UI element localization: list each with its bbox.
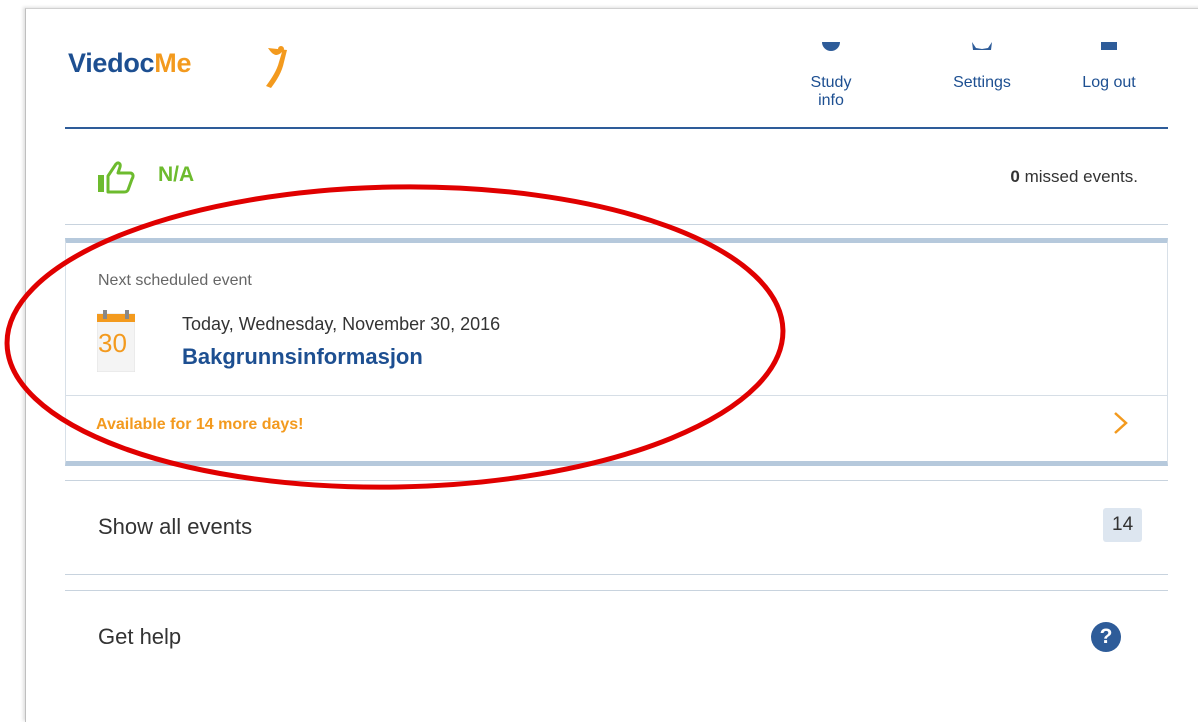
status-divider <box>65 224 1168 225</box>
help-icon[interactable]: ? <box>1091 622 1121 652</box>
header-divider <box>65 127 1168 129</box>
chevron-right-icon[interactable] <box>1112 410 1130 436</box>
nav-study-info-label: Study info <box>810 74 852 109</box>
viedocme-logo[interactable]: ViedocMe <box>68 48 191 79</box>
logo-text-me: Me <box>154 48 192 78</box>
status-value: N/A <box>158 163 195 186</box>
logout-icon <box>1101 42 1117 50</box>
missed-count: 0 <box>1010 167 1020 186</box>
get-help-link[interactable]: Get help <box>98 624 181 650</box>
gear-icon <box>972 42 992 50</box>
card-bottom-divider <box>65 480 1168 481</box>
events-count-badge: 14 <box>1103 508 1143 542</box>
show-all-events-link[interactable]: Show all events <box>98 514 252 540</box>
thumbs-up-icon <box>98 161 135 194</box>
nav-settings-label: Settings <box>953 74 1011 91</box>
info-icon <box>822 42 840 51</box>
nav-log-out[interactable]: Log out <box>1072 42 1146 92</box>
nav-settings[interactable]: Settings <box>946 42 1018 92</box>
event-title[interactable]: Bakgrunnsinformasjon <box>182 344 423 370</box>
availability-text: Available for 14 more days! <box>96 416 304 433</box>
event-date: Today, Wednesday, November 30, 2016 <box>182 314 501 334</box>
card-divider <box>66 395 1167 396</box>
calendar-day: 30 <box>98 328 127 358</box>
next-event-label: Next scheduled event <box>98 272 252 289</box>
missed-suffix: missed events. <box>1019 167 1138 186</box>
show-all-divider-top <box>65 574 1168 575</box>
nav-study-info[interactable]: Study info <box>796 42 866 110</box>
nav-log-out-label: Log out <box>1082 74 1136 91</box>
logo-text-viedoc: Viedoc <box>68 48 155 78</box>
missed-events-text: 0 missed events. <box>1010 167 1138 187</box>
show-all-divider-bottom <box>65 590 1168 591</box>
logo-figure-icon <box>266 46 287 88</box>
